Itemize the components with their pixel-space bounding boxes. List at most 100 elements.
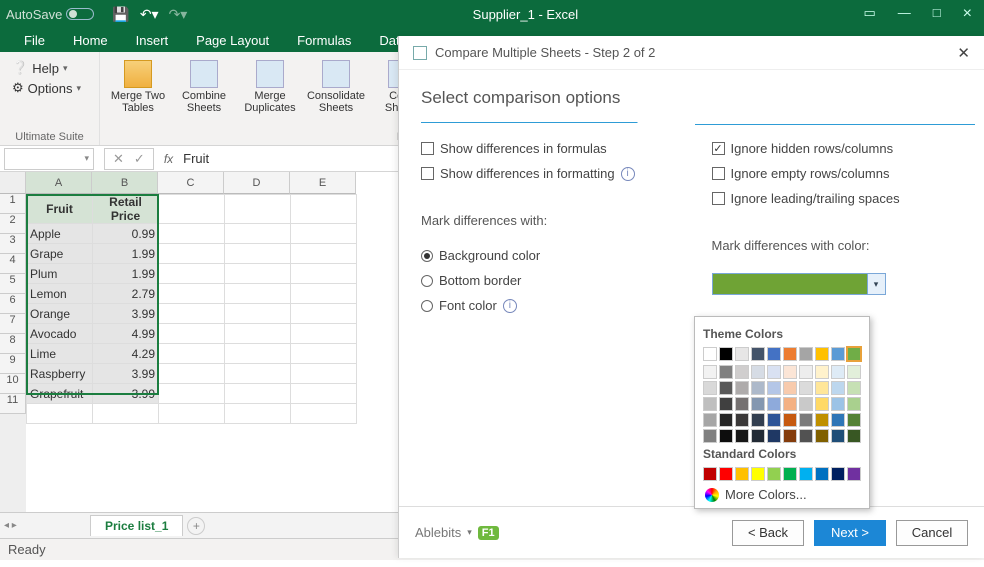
color-swatch[interactable]: [799, 365, 813, 379]
minimize-icon[interactable]: —: [898, 5, 911, 23]
color-swatch[interactable]: [847, 467, 861, 481]
color-swatch[interactable]: [831, 397, 845, 411]
tab-page-layout[interactable]: Page Layout: [182, 29, 283, 52]
color-swatch[interactable]: [767, 365, 781, 379]
more-colors-button[interactable]: More Colors...: [703, 481, 861, 504]
chevron-down-icon[interactable]: ▾: [867, 274, 885, 294]
ablebits-brand[interactable]: Ablebits▾F1: [415, 525, 499, 540]
color-swatch[interactable]: [751, 381, 765, 395]
color-swatch[interactable]: [799, 467, 813, 481]
info-icon[interactable]: i: [621, 167, 635, 181]
color-swatch[interactable]: [815, 347, 829, 361]
color-swatch[interactable]: [767, 413, 781, 427]
color-swatch[interactable]: [783, 467, 797, 481]
autosave-switch-off-icon[interactable]: [66, 8, 94, 20]
row-headers[interactable]: 1234567891011: [0, 172, 26, 512]
color-swatch[interactable]: [719, 381, 733, 395]
check-ignore-hidden[interactable]: Ignore hidden rows/columns: [712, 141, 963, 156]
cancel-formula-icon[interactable]: ✕: [113, 151, 124, 167]
color-swatch[interactable]: [847, 381, 861, 395]
undo-icon[interactable]: ↶▾: [140, 6, 159, 23]
color-swatch[interactable]: [799, 347, 813, 361]
color-swatch[interactable]: [751, 365, 765, 379]
color-swatch[interactable]: [703, 397, 717, 411]
color-swatch[interactable]: [783, 365, 797, 379]
color-swatch[interactable]: [783, 429, 797, 443]
close-window-icon[interactable]: ×: [963, 5, 972, 23]
merge-two-tables-button[interactable]: Merge Two Tables: [108, 56, 168, 114]
sheet-nav-icons[interactable]: ◂ ▸: [4, 520, 17, 531]
color-swatch[interactable]: [751, 413, 765, 427]
column-headers[interactable]: ABCDE: [26, 172, 357, 194]
next-button[interactable]: Next >: [814, 520, 886, 546]
radio-font-color[interactable]: Font colori: [421, 298, 672, 313]
color-swatch[interactable]: [799, 429, 813, 443]
color-swatch[interactable]: [799, 397, 813, 411]
select-all-corner[interactable]: [0, 172, 26, 194]
color-swatch[interactable]: [831, 381, 845, 395]
cancel-button[interactable]: Cancel: [896, 520, 968, 546]
color-swatch[interactable]: [815, 397, 829, 411]
save-icon[interactable]: 💾: [112, 6, 129, 23]
color-swatch[interactable]: [751, 347, 765, 361]
color-swatch[interactable]: [815, 381, 829, 395]
combine-sheets-button[interactable]: Combine Sheets: [174, 56, 234, 114]
check-show-diff-formatting[interactable]: Show differences in formattingi: [421, 166, 672, 181]
tab-formulas[interactable]: Formulas: [283, 29, 365, 52]
back-button[interactable]: < Back: [732, 520, 804, 546]
tab-insert[interactable]: Insert: [122, 29, 183, 52]
color-swatch[interactable]: [767, 397, 781, 411]
check-ignore-empty[interactable]: Ignore empty rows/columns: [712, 166, 963, 181]
color-swatch[interactable]: [767, 467, 781, 481]
color-swatch[interactable]: [831, 429, 845, 443]
ribbon-collapse-icon[interactable]: ▭: [864, 5, 876, 23]
color-swatch[interactable]: [703, 347, 717, 361]
options-button[interactable]: ⚙Options▾: [8, 80, 91, 96]
color-swatch[interactable]: [703, 413, 717, 427]
help-button[interactable]: ❔Help▾: [8, 60, 91, 76]
color-swatch[interactable]: [735, 347, 749, 361]
color-swatch[interactable]: [783, 413, 797, 427]
consolidate-sheets-button[interactable]: Consolidate Sheets: [306, 56, 366, 114]
color-swatch[interactable]: [831, 413, 845, 427]
color-swatch[interactable]: [815, 467, 829, 481]
info-icon[interactable]: i: [503, 299, 517, 313]
color-swatch[interactable]: [847, 365, 861, 379]
color-swatch[interactable]: [735, 397, 749, 411]
color-dropdown[interactable]: ▾: [712, 273, 886, 295]
color-swatch[interactable]: [719, 347, 733, 361]
sheet-tab-price-list-1[interactable]: Price list_1: [90, 515, 183, 536]
tab-home[interactable]: Home: [59, 29, 122, 52]
wizard-close-icon[interactable]: ✕: [957, 44, 970, 62]
new-sheet-button[interactable]: +: [187, 517, 205, 535]
tab-file[interactable]: File: [10, 29, 59, 52]
accept-formula-icon[interactable]: ✓: [134, 151, 145, 167]
formula-value[interactable]: Fruit: [183, 151, 209, 166]
color-swatch[interactable]: [847, 429, 861, 443]
color-swatch[interactable]: [767, 429, 781, 443]
color-swatch[interactable]: [719, 397, 733, 411]
color-swatch[interactable]: [847, 397, 861, 411]
color-swatch[interactable]: [735, 429, 749, 443]
radio-background-color[interactable]: Background color: [421, 248, 672, 263]
cell-b1[interactable]: Retail Price: [93, 195, 159, 224]
color-swatch[interactable]: [767, 347, 781, 361]
color-swatch[interactable]: [847, 413, 861, 427]
color-swatch[interactable]: [831, 467, 845, 481]
autosave-toggle[interactable]: AutoSave: [6, 7, 94, 22]
color-swatch[interactable]: [799, 413, 813, 427]
fx-icon[interactable]: fx: [164, 152, 173, 166]
color-swatch[interactable]: [783, 381, 797, 395]
name-box[interactable]: [4, 148, 94, 170]
check-show-diff-formulas[interactable]: Show differences in formulas: [421, 141, 672, 156]
color-swatch[interactable]: [703, 381, 717, 395]
color-swatch[interactable]: [703, 365, 717, 379]
color-swatch[interactable]: [815, 429, 829, 443]
color-swatch[interactable]: [735, 413, 749, 427]
color-swatch[interactable]: [815, 413, 829, 427]
color-swatch[interactable]: [751, 429, 765, 443]
color-swatch[interactable]: [783, 397, 797, 411]
color-swatch[interactable]: [719, 467, 733, 481]
color-swatch[interactable]: [735, 467, 749, 481]
check-ignore-spaces[interactable]: Ignore leading/trailing spaces: [712, 191, 963, 206]
